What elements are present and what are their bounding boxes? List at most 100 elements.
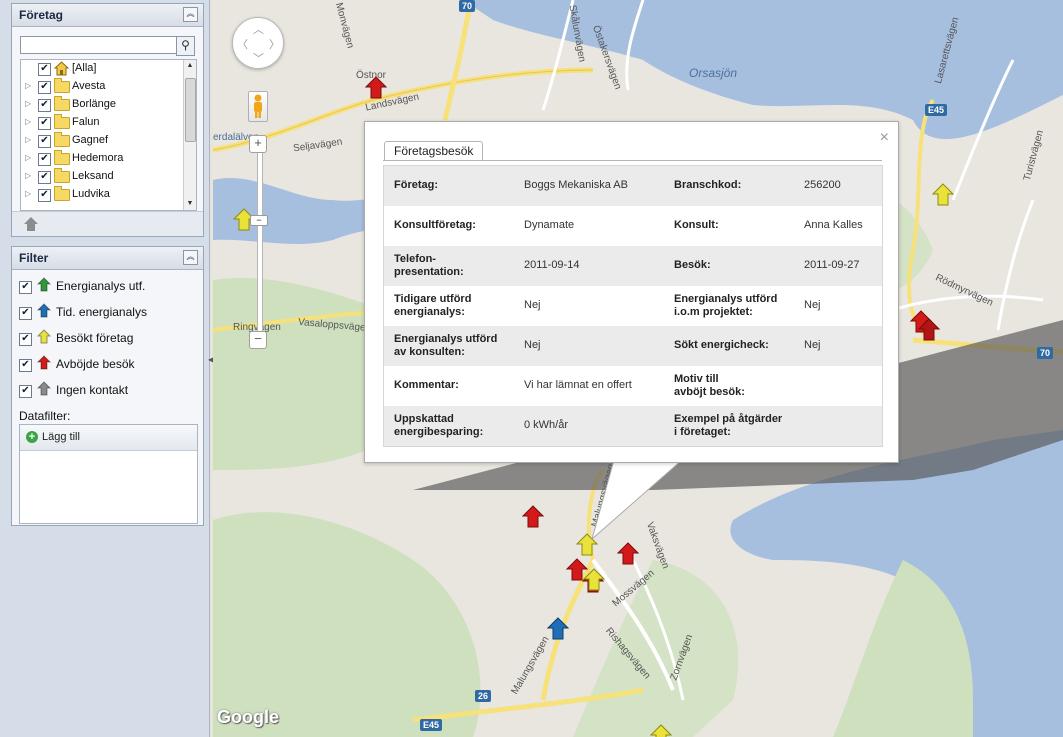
filter-label: Energianalys utf. (56, 279, 146, 293)
filter-checkbox[interactable]: ✔ (19, 281, 32, 294)
popup-label: Energianalys utförd i.o.m projektet: (674, 293, 778, 318)
expand-arrow-icon[interactable]: ▷ (25, 135, 31, 144)
tree-item[interactable]: ▷ ✔ Ludvika (21, 186, 183, 204)
popup-row: Energianalys utförd av konsulten: Nej Sökt… (384, 326, 882, 366)
tree-checkbox[interactable]: ✔ (38, 135, 51, 148)
tree-checkbox[interactable]: ✔ (38, 63, 51, 76)
popup-label: Uppskattad energibesparing: (394, 413, 484, 438)
foretag-tree: ▲ ▼ ✔ [Alla] ▷ ✔ Avesta ▷ ✔ Borlänge ▷ ✔ Falun ▷ ✔ Ga… (20, 59, 197, 211)
pan-up-icon[interactable]: ︿ (253, 21, 264, 37)
search-icon[interactable]: ⚲ (176, 36, 195, 56)
tree-checkbox[interactable]: ✔ (38, 99, 51, 112)
tree-item[interactable]: ▷ ✔ Gagnef (21, 132, 183, 150)
add-filter-button[interactable]: + Lägg till (20, 425, 197, 451)
popup-label: Företag: (394, 179, 438, 191)
popup-label: Konsultföretag: (394, 219, 476, 231)
zoom-slider-track[interactable] (257, 143, 263, 343)
tree-checkbox[interactable]: ✔ (38, 117, 51, 130)
expand-arrow-icon[interactable]: ▷ (25, 153, 31, 162)
scroll-thumb[interactable] (185, 78, 196, 142)
foretag-panel-title: Företag (19, 8, 64, 22)
popup-value: Boggs Mekaniska AB (524, 179, 628, 191)
home-gray-icon[interactable] (24, 217, 38, 231)
filter-checkbox[interactable]: ✔ (19, 307, 32, 320)
filter-panel: Filter ︽ ✔ Energianalys utf. ✔ Tid. energia… (11, 246, 204, 526)
zoom-slider-thumb[interactable]: − (250, 215, 268, 226)
sidebar-splitter-icon[interactable]: ◀ (208, 355, 214, 379)
zoom-out-button[interactable]: − (249, 331, 267, 349)
foretag-panel-header: Företag ︽ (12, 4, 203, 27)
close-icon[interactable]: × (880, 130, 889, 146)
popup-label: Tidigare utförd energianalys: (394, 293, 472, 318)
popup-value: Anna Kalles (804, 219, 863, 231)
collapse-foretag-button[interactable]: ︽ (183, 7, 198, 22)
label-orsasjon: Orsasjön (689, 66, 738, 80)
tab-divider (383, 160, 882, 161)
popup-label: Branschkod: (674, 179, 742, 191)
road-shield-26: 26 (475, 690, 492, 702)
tree-item[interactable]: ▷ ✔ Avesta (21, 78, 183, 96)
marker-red-icon[interactable] (365, 76, 387, 102)
expand-arrow-icon[interactable]: ▷ (25, 81, 31, 90)
folder-icon (54, 168, 70, 183)
foretag-panel: Företag ︽ ⚲ ▲ ▼ ✔ [Alla] ▷ ✔ Avesta ▷ ✔ Borläng… (11, 3, 204, 237)
collapse-filter-button[interactable]: ︽ (183, 250, 198, 265)
filter-checkbox[interactable]: ✔ (19, 385, 32, 398)
tree-item[interactable]: ▷ ✔ Hedemora (21, 150, 183, 168)
pan-right-icon[interactable]: 〉 (269, 36, 280, 52)
marker-blue-icon[interactable] (547, 617, 569, 643)
tree-item-label: Ludvika (72, 188, 110, 200)
popup-value: 2011-09-14 (524, 259, 580, 271)
popup-value: Vi har lämnat en offert (524, 379, 632, 391)
tree-checkbox[interactable]: ✔ (38, 81, 51, 94)
filter-row[interactable]: ✔ Energianalys utf. (19, 277, 199, 297)
filter-row[interactable]: ✔ Ingen kontakt (19, 381, 199, 401)
tree-checkbox[interactable]: ✔ (38, 171, 51, 184)
info-popup: × Företagsbesök Företag: Boggs Mekaniska … (364, 121, 899, 463)
tree-item[interactable]: ▷ ✔ Borlänge (21, 96, 183, 114)
popup-row: Tidigare utförd energianalys: Nej Energian… (384, 286, 882, 326)
road-shield-e45-bottom: E45 (420, 719, 443, 731)
filter-checkbox[interactable]: ✔ (19, 333, 32, 346)
scroll-up-icon[interactable]: ▲ (184, 60, 196, 72)
expand-arrow-icon[interactable]: ▷ (25, 99, 31, 108)
popup-row: Företag: Boggs Mekaniska AB Branschkod: 256… (384, 166, 882, 206)
marker-yellow-icon[interactable] (932, 183, 954, 209)
zoom-in-button[interactable]: + (249, 135, 267, 153)
expand-arrow-icon[interactable]: ▷ (25, 117, 31, 126)
datafilter-label: Datafilter: (19, 409, 71, 423)
tree-item[interactable]: ▷ ✔ Falun (21, 114, 183, 132)
marker-red-icon[interactable] (522, 505, 544, 531)
pan-control[interactable]: ︿ ﹀ 〈 〉 (232, 17, 284, 69)
tab-foretagsbesok[interactable]: Företagsbesök (384, 141, 484, 160)
pegman-icon[interactable] (248, 91, 268, 122)
marker-red-icon[interactable] (918, 318, 940, 344)
filter-panel-header: Filter ︽ (12, 247, 203, 270)
popup-row: Uppskattad energibesparing: 0 kWh/år Exemp… (384, 406, 882, 446)
tree-item[interactable]: ✔ [Alla] (21, 60, 183, 78)
search-input[interactable] (20, 36, 180, 54)
marker-yellow-icon[interactable] (583, 568, 605, 594)
house-marker-icon (37, 355, 51, 370)
filter-label: Avböjde besök (56, 357, 135, 371)
house-marker-icon (37, 381, 51, 396)
tree-checkbox[interactable]: ✔ (38, 153, 51, 166)
popup-label: Exempel på åtgärder i företaget: (674, 413, 783, 438)
pan-down-icon[interactable]: ﹀ (253, 50, 264, 66)
popup-value: Nej (804, 339, 821, 351)
popup-row: Kommentar: Vi har lämnat en offert Motiv t… (384, 366, 882, 406)
expand-arrow-icon[interactable]: ▷ (25, 189, 31, 198)
tree-item[interactable]: ▷ ✔ Leksand (21, 168, 183, 186)
filter-checkbox[interactable]: ✔ (19, 359, 32, 372)
marker-yellow-icon[interactable] (650, 724, 672, 737)
filter-row[interactable]: ✔ Besökt företag (19, 329, 199, 349)
scroll-down-icon[interactable]: ▼ (184, 198, 196, 210)
popup-label: Sökt energicheck: (674, 339, 769, 351)
filter-row[interactable]: ✔ Tid. energianalys (19, 303, 199, 323)
pan-left-icon[interactable]: 〈 (237, 36, 248, 52)
popup-value: Nej (804, 299, 821, 311)
expand-arrow-icon[interactable]: ▷ (25, 171, 31, 180)
tree-checkbox[interactable]: ✔ (38, 189, 51, 202)
filter-row[interactable]: ✔ Avböjde besök (19, 355, 199, 375)
tree-scrollbar[interactable]: ▲ ▼ (183, 60, 196, 210)
